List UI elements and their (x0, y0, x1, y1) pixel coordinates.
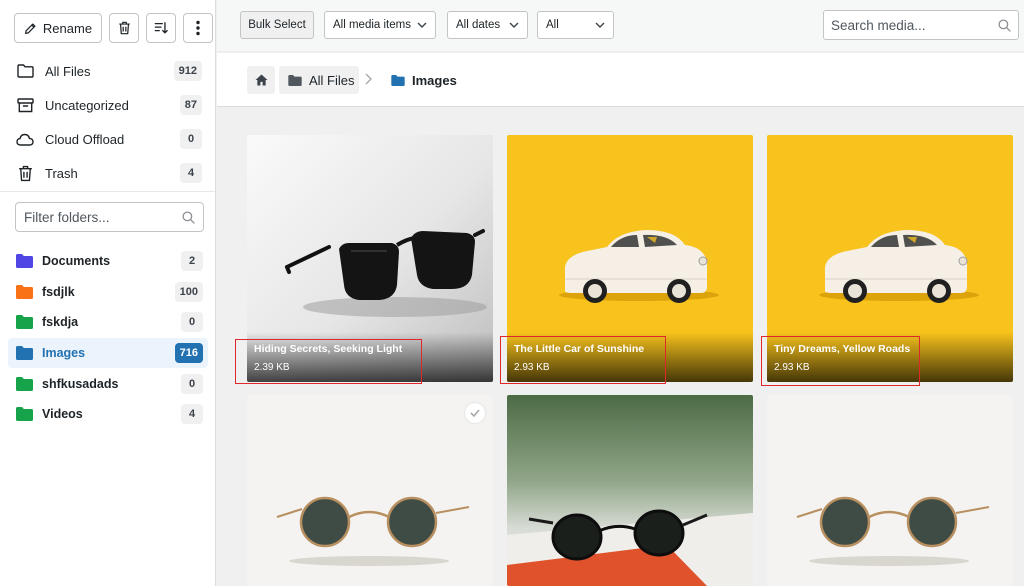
sidebar-item-label: Cloud Offload (45, 131, 125, 147)
sidebar-item-documents[interactable]: Documents 2 (8, 246, 208, 277)
search-icon (998, 18, 1011, 32)
folder-label: fsdjlk (42, 284, 75, 299)
sort-icon (154, 22, 168, 34)
count-badge: 2 (181, 251, 203, 272)
sidebar-item-shfkusadads[interactable]: shfkusadads 0 (8, 368, 208, 399)
date-value: All dates (456, 19, 501, 31)
folder-icon (16, 346, 33, 361)
folder-label: fskdja (42, 315, 79, 330)
folder-icon (391, 74, 405, 86)
folder-icon (16, 315, 33, 330)
more-options-button[interactable] (183, 13, 213, 43)
folder-sidebar: Rename All Files 912 Uncategorized 87 Cl… (0, 0, 216, 586)
sidebar-item-images[interactable]: Images 716 (8, 337, 208, 369)
breadcrumb-current: Images (391, 66, 457, 94)
trash-icon (118, 21, 130, 35)
thumbnail-round-sunglasses (247, 395, 493, 586)
kebab-icon (196, 20, 200, 36)
type-value: All (546, 19, 559, 31)
date-select[interactable]: All dates (447, 11, 528, 39)
type-select[interactable]: All (537, 11, 614, 39)
sidebar-item-trash[interactable]: Trash 4 (0, 156, 215, 190)
media-card[interactable] (247, 395, 493, 586)
sidebar-item-label: Trash (45, 165, 78, 181)
sort-button[interactable] (146, 13, 176, 43)
folder-toolbar: Rename (14, 13, 213, 43)
select-checkbox[interactable] (465, 403, 485, 423)
thumbnail-round-sunglasses (767, 395, 1013, 586)
highlight-box (761, 336, 920, 386)
sidebar-item-label: Uncategorized (45, 97, 129, 113)
highlight-box (500, 336, 666, 384)
cloud-icon (16, 130, 34, 148)
chevron-down-icon (417, 22, 427, 28)
folder-label: Documents (42, 254, 111, 269)
archive-icon (16, 96, 34, 114)
rename-label: Rename (42, 20, 93, 36)
folder-outline-icon (16, 62, 34, 80)
sidebar-divider (0, 191, 215, 192)
count-badge: 100 (174, 281, 203, 302)
thumbnail-sunglasses-magazine (507, 395, 753, 586)
folder-icon (288, 74, 302, 86)
pencil-icon (24, 23, 36, 34)
sidebar-item-fsdjlk[interactable]: fsdjlk 100 (8, 277, 208, 308)
sidebar-item-fskdja[interactable]: fskdja 0 (8, 307, 208, 338)
media-type-select[interactable]: All media items (324, 11, 436, 39)
folder-tree: Documents 2 fsdjlk 100 fskdja 0 Images 7… (8, 246, 208, 430)
sidebar-item-label: All Files (45, 63, 91, 79)
count-badge: 716 (174, 343, 203, 364)
breadcrumb-all-files[interactable]: All Files (279, 66, 359, 94)
count-badge: 4 (180, 163, 202, 183)
system-folder-list: All Files 912 Uncategorized 87 Cloud Off… (0, 54, 215, 190)
media-card[interactable] (507, 395, 753, 586)
folder-icon (16, 376, 33, 391)
media-type-value: All media items (333, 19, 411, 31)
filter-folders-input[interactable] (24, 209, 182, 225)
media-card[interactable] (767, 395, 1013, 586)
breadcrumb: All Files Images (217, 53, 1024, 107)
chevron-right-icon (365, 73, 372, 85)
folder-label: Videos (42, 407, 83, 422)
sidebar-item-cloud-offload[interactable]: Cloud Offload 0 (0, 122, 215, 156)
search-media-input[interactable] (831, 17, 998, 33)
folder-icon (16, 407, 33, 422)
trash-icon (16, 164, 34, 182)
media-toolbar: Bulk Select All media items All dates Al… (217, 0, 1024, 52)
count-badge: 4 (181, 404, 203, 425)
chevron-down-icon (595, 22, 605, 28)
filter-folders-field (15, 202, 204, 232)
count-badge: 0 (181, 312, 203, 333)
breadcrumb-current-label: Images (412, 72, 457, 88)
delete-button[interactable] (109, 13, 139, 43)
folder-icon (16, 254, 33, 269)
breadcrumb-root-label: All Files (309, 72, 355, 88)
sidebar-item-all-files[interactable]: All Files 912 (0, 54, 215, 88)
home-button[interactable] (247, 66, 275, 94)
check-icon (470, 409, 480, 417)
folder-label: shfkusadads (42, 376, 119, 391)
home-icon (255, 74, 267, 86)
search-media-field (823, 10, 1019, 40)
folder-label: Images (42, 346, 86, 361)
highlight-box (235, 339, 422, 384)
count-badge: 0 (180, 129, 202, 149)
search-icon (182, 210, 195, 224)
count-badge: 912 (173, 61, 202, 81)
chevron-down-icon (509, 22, 519, 28)
folder-icon (16, 284, 33, 299)
count-badge: 87 (179, 95, 202, 115)
rename-button[interactable]: Rename (14, 13, 102, 43)
count-badge: 0 (181, 373, 203, 394)
sidebar-item-videos[interactable]: Videos 4 (8, 399, 208, 430)
bulk-select-button[interactable]: Bulk Select (240, 11, 314, 39)
sidebar-item-uncategorized[interactable]: Uncategorized 87 (0, 88, 215, 122)
